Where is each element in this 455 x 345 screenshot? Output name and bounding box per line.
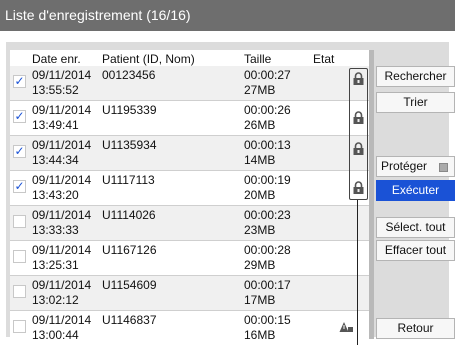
table-row[interactable]: 09/11/2014 13:00:44 U1146837 00:00:15 16…	[10, 311, 369, 339]
row-duration: 00:00:13	[244, 138, 291, 152]
row-patient: U1146837	[102, 313, 157, 327]
row-date: 09/11/2014	[32, 243, 92, 257]
row-checkbox[interactable]: ✓	[13, 180, 26, 193]
window-title: Liste d'enregistrement (16/16)	[0, 0, 455, 31]
list-header: Date enr. Patient (ID, Nom) Taille Etat	[10, 50, 369, 66]
recording-list: Date enr. Patient (ID, Nom) Taille Etat …	[10, 50, 369, 339]
row-time: 13:33:33	[32, 223, 79, 237]
row-date: 09/11/2014	[32, 103, 92, 117]
row-size: 14MB	[244, 153, 276, 167]
table-row[interactable]: ✓ 09/11/2014 13:55:52 00123456 00:00:27 …	[10, 66, 369, 101]
protect-toggle[interactable]: Protéger	[376, 156, 455, 177]
row-checkbox[interactable]	[13, 285, 26, 298]
toggle-indicator	[439, 163, 448, 172]
row-patient: U1117113	[102, 173, 155, 187]
row-patient: U1154609	[102, 278, 157, 292]
row-duration: 00:00:26	[244, 103, 291, 117]
row-patient: U1195339	[102, 103, 157, 117]
table-row[interactable]: ✓ 09/11/2014 13:43:20 U1117113 00:00:19 …	[10, 171, 369, 206]
row-duration: 00:00:15	[244, 313, 291, 327]
row-date: 09/11/2014	[32, 313, 92, 327]
row-checkbox[interactable]	[13, 250, 26, 263]
execute-button[interactable]: Exécuter	[376, 180, 455, 201]
row-time: 13:44:34	[32, 153, 79, 167]
row-duration: 00:00:19	[244, 173, 291, 187]
row-size: 23MB	[244, 223, 276, 237]
lock-column-highlight	[349, 68, 368, 200]
row-time: 13:00:44	[32, 328, 79, 340]
sort-button[interactable]: Trier	[376, 92, 455, 113]
table-row[interactable]: 09/11/2014 13:02:12 U1154609 00:00:17 17…	[10, 276, 369, 311]
row-time: 13:55:52	[32, 83, 79, 97]
row-date: 09/11/2014	[32, 138, 92, 152]
back-button[interactable]: Retour	[376, 318, 455, 339]
column-patient: Patient (ID, Nom)	[102, 52, 195, 66]
row-date: 09/11/2014	[32, 278, 92, 292]
table-row[interactable]: 09/11/2014 13:25:31 U1167126 00:00:28 29…	[10, 241, 369, 276]
protect-label: Protéger	[381, 159, 428, 173]
row-date: 09/11/2014	[32, 208, 92, 222]
column-date: Date enr.	[32, 52, 81, 66]
callout-pointer	[357, 200, 358, 345]
search-button[interactable]: Rechercher	[376, 66, 455, 87]
row-duration: 00:00:17	[244, 278, 291, 292]
table-row[interactable]: 09/11/2014 13:33:33 U1114026 00:00:23 23…	[10, 206, 369, 241]
row-size: 16MB	[244, 328, 276, 340]
row-duration: 00:00:28	[244, 243, 291, 257]
row-date: 09/11/2014	[32, 173, 92, 187]
row-time: 13:43:20	[32, 188, 79, 202]
row-patient: U1114026	[102, 208, 156, 222]
row-size: 29MB	[244, 258, 276, 272]
column-state: Etat	[313, 52, 335, 66]
table-row[interactable]: ✓ 09/11/2014 13:44:34 U1135934 00:00:13 …	[10, 136, 369, 171]
clear-all-button[interactable]: Effacer tout	[376, 240, 455, 261]
column-size: Taille	[244, 52, 272, 66]
select-all-button[interactable]: Sélect. tout	[376, 217, 455, 238]
row-checkbox[interactable]	[13, 215, 26, 228]
row-duration: 00:00:23	[244, 208, 291, 222]
row-time: 13:02:12	[32, 293, 79, 307]
warning-icon	[339, 322, 353, 332]
row-time: 13:25:31	[32, 258, 79, 272]
row-checkbox[interactable]: ✓	[13, 110, 26, 123]
table-row[interactable]: ✓ 09/11/2014 13:49:41 U1195339 00:00:26 …	[10, 101, 369, 136]
row-size: 17MB	[244, 293, 276, 307]
row-checkbox[interactable]: ✓	[13, 75, 26, 88]
row-time: 13:49:41	[32, 118, 79, 132]
row-checkbox[interactable]	[13, 320, 26, 333]
row-duration: 00:00:27	[244, 68, 291, 82]
row-size: 20MB	[244, 188, 276, 202]
row-patient: 00123456	[102, 68, 156, 82]
row-patient: U1167126	[102, 243, 157, 257]
row-size: 26MB	[244, 118, 276, 132]
row-patient: U1135934	[102, 138, 157, 152]
row-date: 09/11/2014	[32, 68, 92, 82]
row-size: 27MB	[244, 83, 276, 97]
row-checkbox[interactable]: ✓	[13, 145, 26, 158]
list-scrollbar[interactable]	[369, 50, 374, 339]
